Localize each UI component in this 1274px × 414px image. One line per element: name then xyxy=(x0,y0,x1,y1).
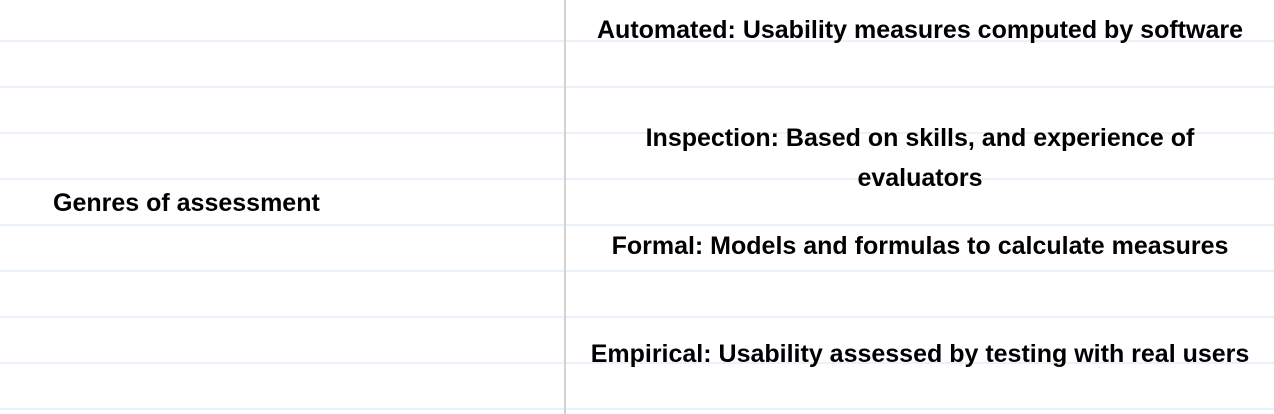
ruled-line xyxy=(0,86,1274,88)
genre-item-inspection: Inspection: Based on skills, and experie… xyxy=(645,124,1195,192)
genre-item-automated: Automated: Usability measures computed b… xyxy=(597,16,1243,44)
genres-heading: Genres of assessment xyxy=(53,189,320,217)
column-divider xyxy=(564,0,566,414)
ruled-line xyxy=(0,408,1274,410)
genre-item-empirical: Empirical: Usability assessed by testing… xyxy=(590,340,1250,368)
ruled-line xyxy=(0,270,1274,272)
ruled-line xyxy=(0,316,1274,318)
genre-item-formal: Formal: Models and formulas to calculate… xyxy=(611,232,1229,260)
